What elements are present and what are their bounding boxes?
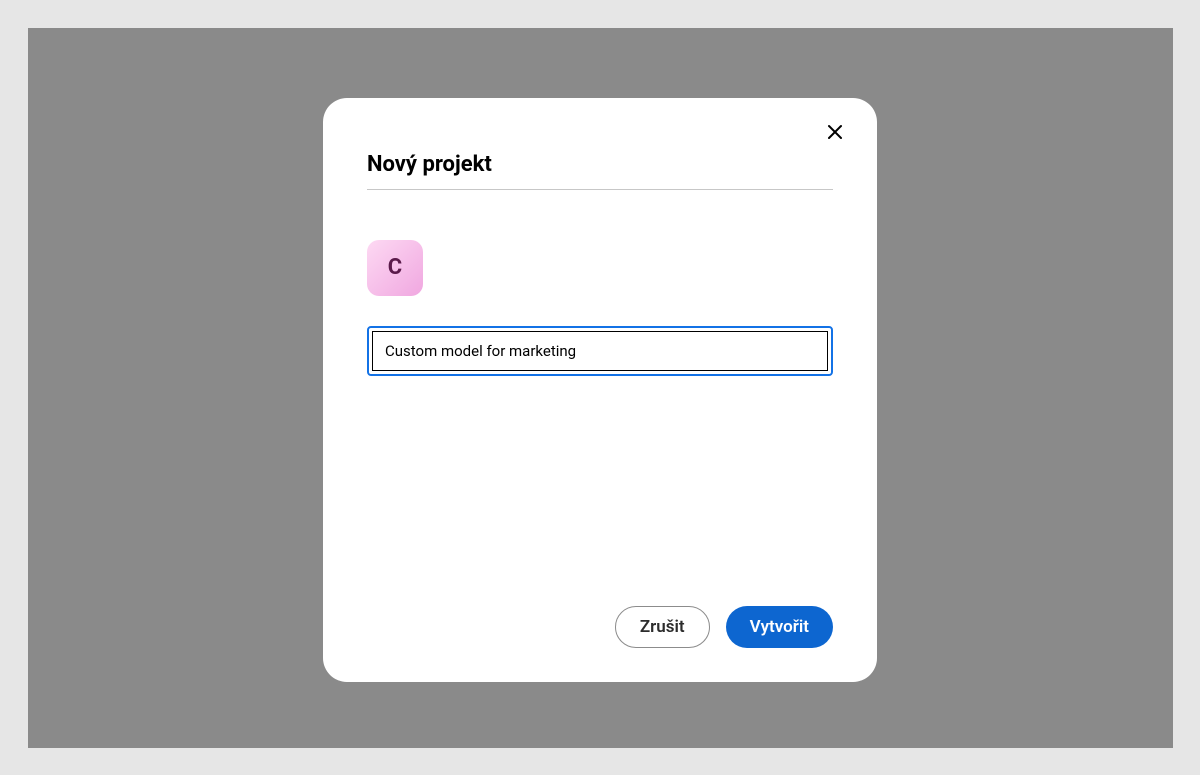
project-initial: C: [388, 255, 402, 280]
create-button[interactable]: Vytvořit: [726, 606, 833, 648]
title-divider: [367, 189, 833, 190]
modal-footer: Zrušit Vytvořit: [367, 606, 833, 654]
close-icon: [827, 124, 843, 143]
modal-overlay: Nový projekt C Zrušit Vytvořit: [28, 28, 1173, 748]
new-project-modal: Nový projekt C Zrušit Vytvořit: [323, 98, 877, 682]
project-icon: C: [367, 240, 423, 296]
cancel-button[interactable]: Zrušit: [615, 606, 710, 648]
project-name-input[interactable]: [372, 331, 828, 371]
close-button[interactable]: [821, 120, 849, 148]
modal-title: Nový projekt: [367, 152, 833, 177]
name-input-wrapper: [367, 326, 833, 376]
